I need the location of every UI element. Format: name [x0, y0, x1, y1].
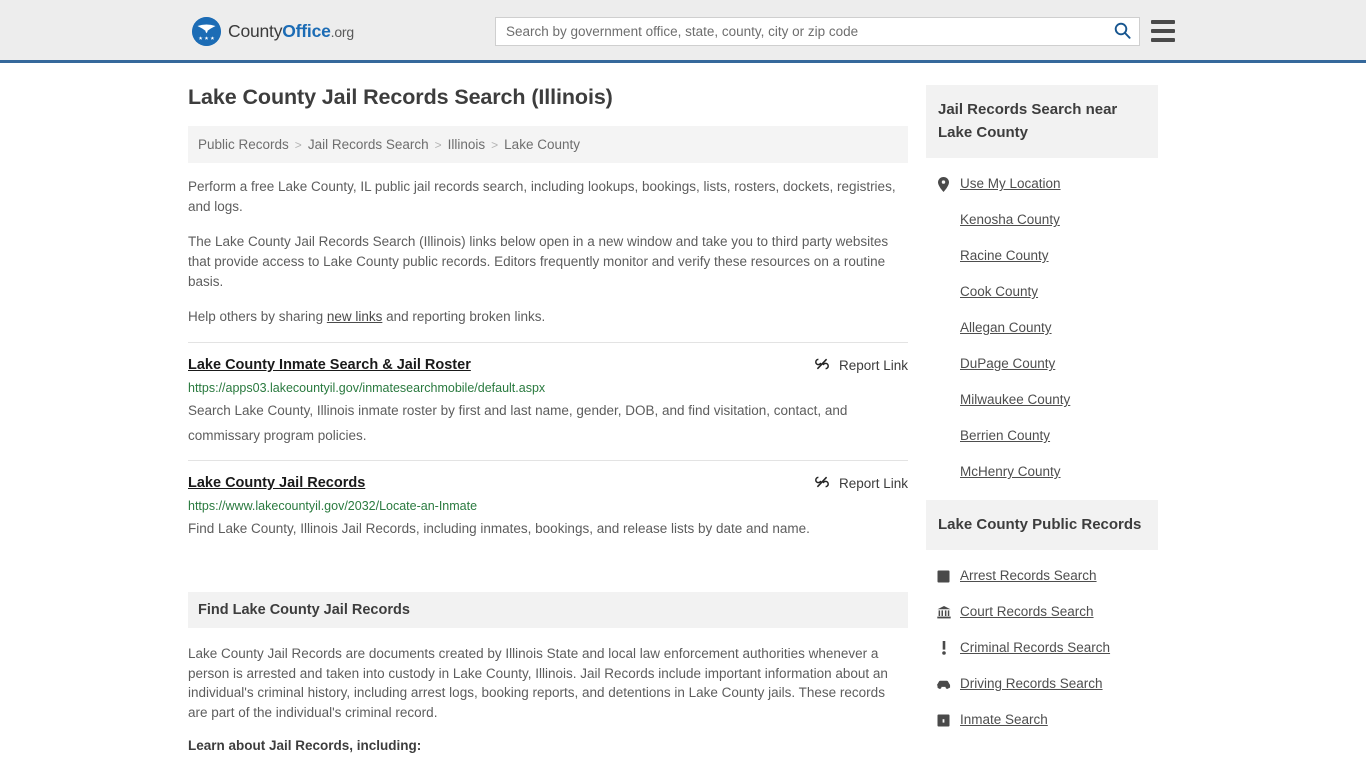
breadcrumb-item-illinois[interactable]: Illinois	[448, 137, 486, 152]
sidebar-item-racine-county[interactable]: Racine County	[936, 238, 1158, 274]
result-title-link[interactable]: Lake County Jail Records	[188, 474, 365, 492]
jail-door-icon	[936, 714, 951, 727]
sidebar-item-driving-records-search[interactable]: Driving Records Search	[936, 666, 1158, 702]
search-button[interactable]	[1105, 18, 1139, 45]
sidebar-item-label[interactable]: Allegan County	[960, 319, 1052, 337]
sidebar-item-label[interactable]: Use My Location	[960, 175, 1061, 193]
new-links-link[interactable]: new links	[327, 309, 383, 324]
intro-paragraph-2: The Lake County Jail Records Search (Ill…	[188, 234, 889, 289]
breadcrumb-separator: >	[434, 137, 442, 152]
sidebar-item-cook-county[interactable]: Cook County	[936, 274, 1158, 310]
site-logo-text: CountyOffice.org	[228, 20, 355, 41]
sidebar-item-milwaukee-county[interactable]: Milwaukee County	[936, 382, 1158, 418]
logo-text-org: .org	[330, 23, 355, 40]
result-title-link[interactable]: Lake County Inmate Search & Jail Roster	[188, 356, 471, 374]
sidebar: Jail Records Search near Lake County Use…	[926, 85, 1158, 768]
page-title: Lake County Jail Records Search (Illinoi…	[188, 85, 613, 109]
sidebar-item-label[interactable]: DuPage County	[960, 355, 1055, 373]
share-links-paragraph: Help others by sharing new links and rep…	[188, 307, 908, 327]
breadcrumb-separator: >	[491, 137, 499, 152]
jail-records-near-card: Jail Records Search near Lake County Use…	[926, 85, 1158, 490]
result-url: https://www.lakecountyil.gov/2032/Locate…	[188, 499, 478, 513]
breadcrumb-separator: >	[294, 137, 302, 152]
result-description: Find Lake County, Illinois Jail Records,…	[188, 521, 810, 536]
sidebar-item-kenosha-county[interactable]: Kenosha County	[936, 202, 1158, 238]
sidebar-item-mchenry-county[interactable]: McHenry County	[936, 454, 1158, 490]
sidebar-item-label[interactable]: Arrest Records Search	[960, 567, 1097, 585]
public-records-heading: Lake County Public Records	[926, 500, 1158, 550]
sidebar-item-label[interactable]: Court Records Search	[960, 603, 1094, 621]
site-header: CountyOffice.org	[0, 0, 1366, 63]
report-link-button[interactable]: Report Link	[798, 474, 908, 493]
intro-paragraph-1: Perform a free Lake County, IL public ja…	[188, 179, 896, 214]
fingerprint-card-icon	[936, 570, 951, 583]
breadcrumb: Public Records > Jail Records Search > I…	[188, 126, 908, 163]
share-suffix: and reporting broken links.	[382, 309, 546, 324]
learn-about-list: Where to get free Jail Records online	[188, 764, 908, 768]
sidebar-item-label[interactable]: Berrien County	[960, 427, 1050, 445]
sidebar-item-label[interactable]: Inmate Search	[960, 711, 1048, 729]
share-prefix: Help others by sharing	[188, 309, 327, 324]
report-link-label: Report Link	[838, 476, 908, 491]
hamburger-menu-icon[interactable]	[1151, 20, 1175, 42]
report-link-button[interactable]: Report Link	[798, 356, 908, 375]
learn-about-heading: Learn about Jail Records, including:	[188, 738, 422, 753]
breadcrumb-item-jail-records-search[interactable]: Jail Records Search	[308, 137, 429, 152]
result-url: https://apps03.lakecountyil.gov/inmatese…	[188, 381, 546, 395]
sidebar-item-label[interactable]: Milwaukee County	[960, 391, 1070, 409]
courthouse-icon	[936, 605, 951, 619]
exclamation-icon	[936, 641, 951, 655]
find-records-heading: Find Lake County Jail Records	[188, 592, 908, 628]
hamburger-bar	[1151, 38, 1175, 42]
map-pin-icon	[936, 176, 951, 192]
sidebar-item-allegan-county[interactable]: Allegan County	[936, 310, 1158, 346]
hamburger-bar	[1151, 29, 1175, 33]
sidebar-item-arrest-records-search[interactable]: Arrest Records Search	[936, 558, 1158, 594]
eagle-stars-seal-icon	[192, 17, 221, 46]
breadcrumb-item-public-records[interactable]: Public Records	[198, 137, 289, 152]
result-description: Search Lake County, Illinois inmate rost…	[188, 403, 848, 443]
sidebar-item-label[interactable]: Criminal Records Search	[960, 639, 1110, 657]
jail-records-near-list: Use My Location Kenosha County Racine Co…	[926, 158, 1158, 490]
main-content: Lake County Jail Records Search (Illinoi…	[188, 85, 908, 768]
search-icon	[1114, 22, 1131, 42]
page-body: Lake County Jail Records Search (Illinoi…	[0, 63, 1366, 768]
find-records-body: Lake County Jail Records are documents c…	[188, 646, 888, 720]
hamburger-bar	[1151, 20, 1175, 24]
search-input[interactable]	[496, 18, 1105, 45]
sidebar-item-inmate-search[interactable]: Inmate Search	[936, 702, 1158, 738]
sidebar-item-label[interactable]: Kenosha County	[960, 211, 1060, 229]
report-link-label: Report Link	[838, 358, 908, 373]
sidebar-item-use-my-location[interactable]: Use My Location	[936, 166, 1158, 202]
jail-records-near-heading: Jail Records Search near Lake County	[926, 85, 1158, 158]
broken-link-icon	[814, 474, 830, 493]
search-box[interactable]	[495, 17, 1140, 46]
find-records-section: Find Lake County Jail Records Lake Count…	[188, 592, 908, 768]
sidebar-item-court-records-search[interactable]: Court Records Search	[936, 594, 1158, 630]
public-records-card: Lake County Public Records Arrest Record…	[926, 500, 1158, 738]
logo-text-county: County	[228, 20, 283, 41]
sidebar-item-label[interactable]: Cook County	[960, 283, 1038, 301]
sidebar-item-label[interactable]: McHenry County	[960, 463, 1061, 481]
site-logo[interactable]: CountyOffice.org	[192, 17, 354, 46]
sidebar-item-label[interactable]: Racine County	[960, 247, 1049, 265]
result-link-entry: Lake County Jail Records Report Link htt…	[188, 460, 908, 553]
sidebar-item-criminal-records-search[interactable]: Criminal Records Search	[936, 630, 1158, 666]
logo-text-office: Office	[282, 20, 331, 41]
sidebar-item-label[interactable]: Driving Records Search	[960, 675, 1103, 693]
result-link-entry: Lake County Inmate Search & Jail Roster …	[188, 342, 908, 460]
public-records-list: Arrest Records Search Court Records Sear…	[926, 550, 1158, 738]
sidebar-item-berrien-county[interactable]: Berrien County	[936, 418, 1158, 454]
breadcrumb-item-lake-county[interactable]: Lake County	[504, 137, 580, 152]
car-icon	[936, 679, 951, 690]
sidebar-item-dupage-county[interactable]: DuPage County	[936, 346, 1158, 382]
list-item: Where to get free Jail Records online	[224, 764, 908, 768]
broken-link-icon	[814, 356, 830, 375]
